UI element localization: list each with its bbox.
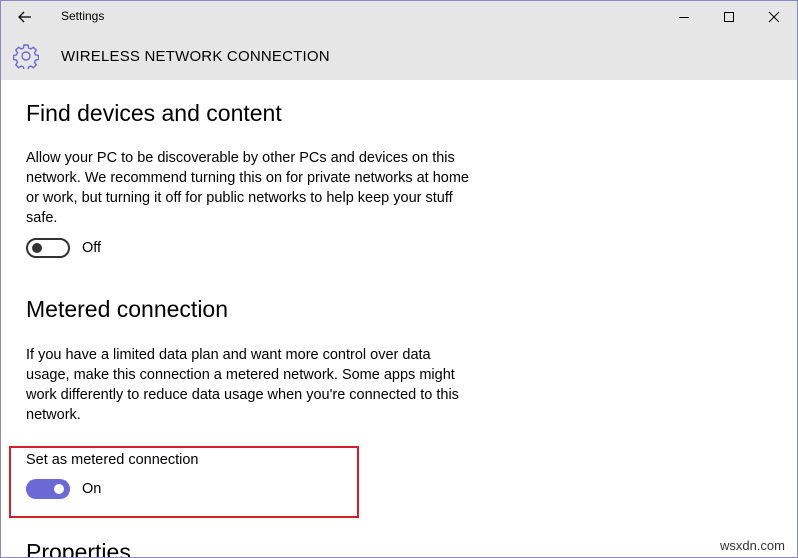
- settings-window: Settings WIRELESS NETWORK CONNECTION Fin…: [0, 0, 798, 558]
- toggle-knob: [54, 484, 64, 494]
- back-arrow-icon: [18, 11, 31, 23]
- minimize-button[interactable]: [661, 1, 707, 33]
- close-icon: [768, 11, 780, 23]
- properties-heading: Properties: [26, 539, 131, 558]
- metered-toggle-state: On: [82, 481, 102, 497]
- find-devices-toggle-state: Off: [82, 240, 102, 256]
- find-devices-toggle[interactable]: [26, 238, 70, 258]
- toggle-knob: [32, 243, 42, 253]
- gear-icon: [13, 44, 39, 69]
- back-button[interactable]: [15, 7, 35, 27]
- settings-content: Find devices and content Allow your PC t…: [1, 80, 797, 557]
- minimize-icon: [679, 17, 689, 18]
- metered-setting-label: Set as metered connection: [26, 452, 199, 468]
- close-button[interactable]: [751, 1, 797, 33]
- page-title: WIRELESS NETWORK CONNECTION: [61, 48, 330, 65]
- window-title: Settings: [61, 9, 105, 23]
- metered-description: If you have a limited data plan and want…: [26, 347, 459, 423]
- watermark: wsxdn.com: [719, 538, 785, 553]
- find-devices-heading: Find devices and content: [26, 100, 282, 126]
- page-header: WIRELESS NETWORK CONNECTION: [1, 33, 797, 80]
- maximize-icon: [724, 12, 734, 22]
- title-bar: Settings: [1, 1, 797, 33]
- maximize-button[interactable]: [706, 1, 752, 33]
- metered-heading: Metered connection: [26, 296, 229, 322]
- metered-toggle[interactable]: [26, 479, 70, 499]
- find-devices-description: Allow your PC to be discoverable by othe…: [26, 150, 469, 226]
